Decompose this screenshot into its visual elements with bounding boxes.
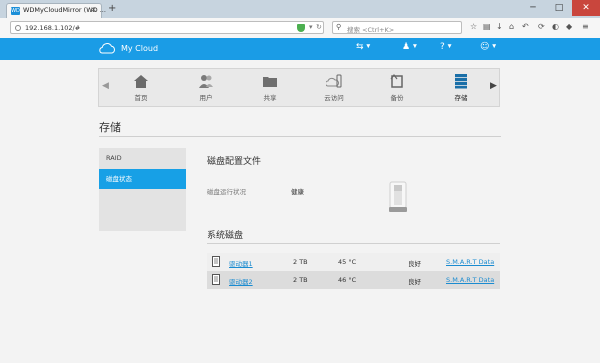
nav-label: 云访问 bbox=[324, 94, 344, 102]
drive-name-link[interactable]: 驱动器2 bbox=[229, 276, 253, 286]
drive-name-link[interactable]: 驱动器1 bbox=[229, 258, 253, 268]
browser-tab[interactable]: WD WDMyCloudMirror (WD ... × bbox=[6, 3, 106, 18]
user-icon[interactable]: ☺ ▼ bbox=[480, 42, 496, 52]
app-header: My Cloud ⇆ ▼ ♟ ▼ ? ▼ ☺ ▼ bbox=[0, 38, 600, 60]
new-tab-button[interactable]: + bbox=[108, 3, 116, 14]
nav-item-storage[interactable]: 存储 bbox=[436, 71, 486, 105]
drive-health: 良好 bbox=[408, 278, 421, 286]
smart-data-link[interactable]: S.M.A.R.T Data bbox=[446, 258, 494, 266]
nav-label: 首页 bbox=[134, 94, 148, 102]
shield-icon[interactable] bbox=[297, 24, 305, 32]
nav-label: 备份 bbox=[390, 94, 404, 102]
table-row: 驱动器1 2 TB 45 °C 良好 S.M.A.R.T Data bbox=[207, 253, 500, 271]
users-icon bbox=[199, 75, 213, 88]
addon-icon[interactable]: ◐ bbox=[552, 22, 559, 31]
storage-icon bbox=[455, 74, 467, 89]
brand-name: My Cloud bbox=[121, 44, 159, 53]
status-value: 健康 bbox=[291, 188, 304, 196]
divider bbox=[99, 136, 501, 137]
cloud-device-icon bbox=[326, 74, 342, 88]
info-icon bbox=[15, 25, 21, 31]
sidebar-item-disk-status[interactable]: 磁盘状态 bbox=[99, 169, 186, 189]
page-title: 存储 bbox=[99, 121, 121, 134]
tab-close-icon[interactable]: × bbox=[90, 5, 97, 14]
menu-icon[interactable]: ≡ bbox=[582, 22, 589, 31]
disks-heading: 系统磁盘 bbox=[207, 231, 244, 241]
usb-icon[interactable]: ⇆ ▼ bbox=[356, 42, 370, 52]
nav-item-backup[interactable]: 备份 bbox=[372, 71, 422, 105]
dropdown-icon[interactable]: ▾ bbox=[309, 23, 313, 31]
bell-icon[interactable]: ♟ ▼ bbox=[402, 42, 417, 52]
drive-temp: 45 °C bbox=[338, 258, 357, 266]
profile-heading: 磁盘配置文件 bbox=[207, 157, 262, 167]
sidebar-item-raid[interactable]: RAID bbox=[99, 148, 186, 168]
nav-label: 共享 bbox=[263, 94, 277, 102]
drive-temp: 46 °C bbox=[338, 276, 357, 284]
back-history-icon[interactable]: ↶ bbox=[522, 22, 529, 31]
drive-icon bbox=[212, 274, 220, 285]
status-label: 磁盘运行状况 bbox=[207, 188, 246, 196]
address-bar[interactable]: 192.168.1.102/# ▾ ↻ bbox=[10, 21, 324, 34]
nav-label: 存储 bbox=[454, 94, 468, 102]
table-row: 驱动器2 2 TB 46 °C 良好 S.M.A.R.T Data bbox=[207, 271, 500, 289]
drive-icon bbox=[212, 256, 220, 267]
nav-left-arrow-icon[interactable]: ◀ bbox=[102, 81, 109, 91]
nav-label: 用户 bbox=[199, 94, 213, 102]
close-window-button[interactable]: ✕ bbox=[572, 0, 600, 16]
nav-item-cloud-access[interactable]: 云访问 bbox=[309, 71, 359, 105]
reload-icon[interactable]: ↻ bbox=[316, 23, 322, 31]
nav-item-home[interactable]: 首页 bbox=[116, 71, 166, 105]
wd-logo-icon: WD bbox=[11, 7, 20, 15]
help-icon[interactable]: ? ▼ bbox=[440, 42, 452, 52]
smart-data-link[interactable]: S.M.A.R.T Data bbox=[446, 276, 494, 284]
reader-icon[interactable]: ▤ bbox=[483, 22, 491, 31]
browser-window: WD WDMyCloudMirror (WD ... × + ─ □ ✕ 192… bbox=[0, 0, 600, 363]
drive-size: 2 TB bbox=[293, 258, 308, 266]
home-browser-icon[interactable]: ⌂ bbox=[509, 22, 514, 31]
nas-device-icon bbox=[389, 181, 407, 212]
download-icon[interactable]: ↓ bbox=[496, 22, 503, 31]
nav-item-users[interactable]: 用户 bbox=[181, 71, 231, 105]
extension-icon[interactable]: ◆ bbox=[566, 22, 572, 31]
maximize-button[interactable]: □ bbox=[546, 0, 572, 16]
minimize-button[interactable]: ─ bbox=[520, 0, 546, 16]
bookmark-star-icon[interactable]: ☆ bbox=[470, 22, 477, 31]
search-icon: ⚲ bbox=[336, 23, 342, 31]
main-nav: ◀ 首页 用户 共享 云访问 备份 存储 ▶ bbox=[98, 68, 500, 107]
drive-health: 良好 bbox=[408, 260, 421, 268]
folder-icon bbox=[263, 77, 277, 87]
browser-toolbar: 192.168.1.102/# ▾ ↻ ⚲ 搜索 <Ctrl+K> ☆ ▤ ↓ … bbox=[0, 18, 600, 39]
sidebar: RAID 磁盘状态 bbox=[99, 148, 186, 231]
nav-right-arrow-icon[interactable]: ▶ bbox=[490, 81, 497, 91]
backup-icon bbox=[390, 74, 403, 88]
search-input[interactable]: ⚲ 搜索 <Ctrl+K> bbox=[332, 21, 462, 34]
nav-item-shares[interactable]: 共享 bbox=[245, 71, 295, 105]
search-placeholder: 搜索 <Ctrl+K> bbox=[347, 26, 395, 34]
cloud-logo-icon bbox=[99, 43, 115, 54]
tab-strip: WD WDMyCloudMirror (WD ... × + ─ □ ✕ bbox=[0, 0, 600, 18]
home-icon bbox=[134, 75, 148, 88]
divider bbox=[207, 243, 500, 244]
drive-size: 2 TB bbox=[293, 276, 308, 284]
url-text: 192.168.1.102/# bbox=[25, 24, 81, 32]
sync-icon[interactable]: ⟳ bbox=[538, 22, 545, 31]
